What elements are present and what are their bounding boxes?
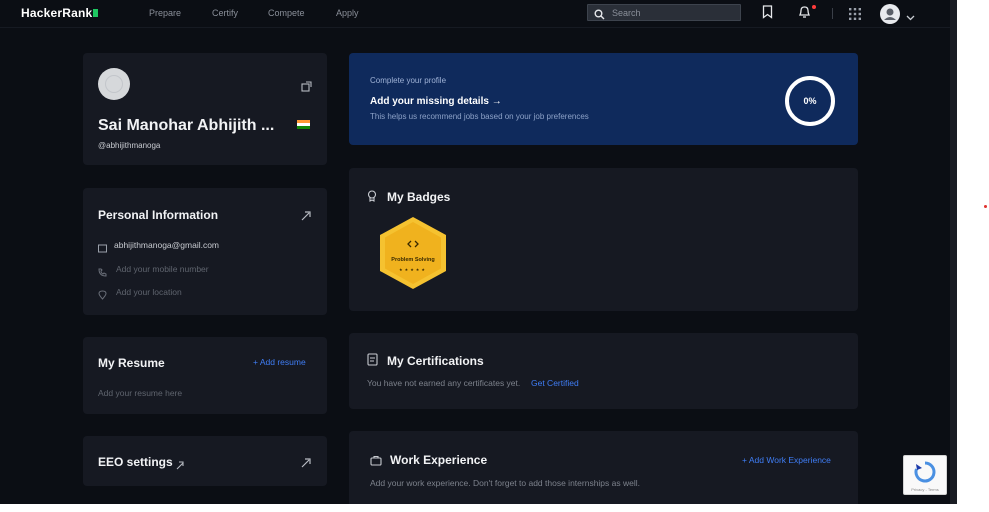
get-certified-link[interactable]: Get Certified xyxy=(531,378,579,388)
email-icon xyxy=(98,240,107,258)
india-flag-icon xyxy=(297,120,310,129)
certificate-icon xyxy=(367,353,378,371)
mobile-placeholder[interactable]: Add your mobile number xyxy=(116,264,209,274)
top-navbar: HackerRank Prepare Certify Compete Apply… xyxy=(0,0,957,28)
apps-grid-icon[interactable] xyxy=(849,7,861,25)
bell-icon[interactable] xyxy=(798,5,811,24)
logo-mark xyxy=(93,9,99,17)
share-icon[interactable] xyxy=(301,79,312,97)
scrollbar[interactable] xyxy=(950,0,957,504)
user-avatar-icon[interactable] xyxy=(880,4,900,24)
certifications-text: You have not earned any certificates yet… xyxy=(367,378,521,388)
work-experience-title: Work Experience xyxy=(390,453,488,467)
phone-icon xyxy=(98,264,107,282)
nav-compete[interactable]: Compete xyxy=(268,8,305,18)
banner-eyebrow: Complete your profile xyxy=(370,76,447,85)
profile-username: @abhijithmanoga xyxy=(98,141,161,150)
notification-dot xyxy=(812,5,816,9)
eeo-title: EEO settings xyxy=(98,455,173,469)
banner-title[interactable]: Add your missing details → xyxy=(370,96,502,107)
resume-title: My Resume xyxy=(98,356,165,370)
email-value: abhijithmanoga@gmail.com xyxy=(114,240,220,250)
edit-icon[interactable] xyxy=(301,208,311,226)
recaptcha-label[interactable]: Privacy - Terms xyxy=(904,487,946,492)
location-icon xyxy=(98,287,107,305)
briefcase-icon xyxy=(370,453,382,471)
divider xyxy=(832,8,833,19)
certifications-title: My Certifications xyxy=(387,354,484,368)
stray-dot xyxy=(984,205,987,208)
personal-info-title: Personal Information xyxy=(98,208,219,222)
complete-profile-banner[interactable]: Complete your profile Add your missing d… xyxy=(349,53,858,145)
resume-placeholder: Add your resume here xyxy=(98,388,183,398)
search-placeholder: Search xyxy=(612,8,641,18)
bookmark-icon[interactable] xyxy=(762,5,773,24)
app-window: HackerRank Prepare Certify Compete Apply… xyxy=(0,0,957,504)
search-icon xyxy=(594,7,605,25)
lock-icon xyxy=(176,457,184,475)
nav-prepare[interactable]: Prepare xyxy=(149,8,181,18)
hackerrank-logo[interactable]: HackerRank xyxy=(21,6,99,20)
eeo-edit-icon[interactable] xyxy=(301,455,311,473)
recaptcha-widget[interactable]: Privacy - Terms xyxy=(903,455,947,495)
location-placeholder[interactable]: Add your location xyxy=(116,287,182,297)
resume-card xyxy=(83,337,327,414)
progress-value: 0% xyxy=(803,96,817,106)
nav-apply[interactable]: Apply xyxy=(336,8,359,18)
add-work-experience-link[interactable]: + Add Work Experience xyxy=(742,455,831,465)
banner-subtitle: This helps us recommend jobs based on yo… xyxy=(370,112,589,121)
work-experience-card xyxy=(349,431,858,504)
chevron-down-icon[interactable] xyxy=(906,8,915,26)
code-icon xyxy=(407,237,419,255)
logo-text: HackerRank xyxy=(21,6,93,20)
nav-certify[interactable]: Certify xyxy=(212,8,238,18)
badge-stars: ★★★★★ xyxy=(399,267,427,272)
certifications-card xyxy=(349,333,858,409)
search-input[interactable]: Search xyxy=(587,4,741,21)
badge-name: Problem Solving xyxy=(391,257,435,263)
badge-icon xyxy=(367,189,377,207)
avatar-placeholder xyxy=(105,75,123,93)
recaptcha-icon xyxy=(914,461,936,488)
progress-ring: 0% xyxy=(785,76,835,126)
badges-title: My Badges xyxy=(387,190,451,204)
profile-avatar[interactable] xyxy=(98,68,130,100)
add-resume-link[interactable]: + Add resume xyxy=(253,357,306,367)
profile-name: Sai Manohar Abhijith ... xyxy=(98,117,275,134)
work-experience-text: Add your work experience. Don't forget t… xyxy=(370,478,640,488)
